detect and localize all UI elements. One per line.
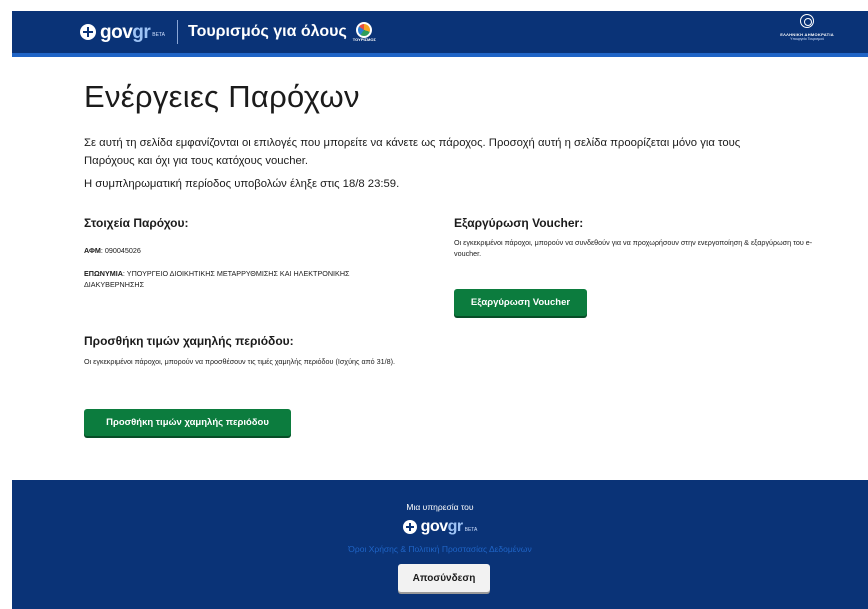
name-value: : ΥΠΟΥΡΓΕΙΟ ΔΙΟΙΚΗΤΙΚΗΣ ΜΕΤΑΡΡΥΘΜΙΣΗΣ ΚΑ… [84, 269, 350, 289]
page-title: Ενέργειες Παρόχων [84, 79, 360, 114]
ministry-logo: ΕΛΛΗΝΙΚΗ ΔΗΜΟΚΡΑΤΙΑ Υπουργείο Τουρισμού [780, 14, 834, 41]
tourism-logo-text: ΤΟΥΡΙΣΜΟΣ [352, 37, 376, 42]
footer-govgr-logo[interactable]: govgr beta [12, 519, 868, 535]
low-season-description: Οι εγκεκριμένοι πάροχοι, μπορούν να προσ… [84, 357, 395, 366]
header-divider [176, 20, 178, 44]
provider-afm: ΑΦΜ: 090045026 [84, 245, 141, 256]
govgr-logo[interactable]: govgr beta [80, 23, 165, 42]
beta-badge: beta [152, 32, 165, 38]
site-title[interactable]: Τουρισμός για όλους [188, 23, 347, 41]
ministry-line2: Υπουργείο Τουρισμού [790, 37, 825, 41]
redeem-voucher-button[interactable]: Εξαργύρωση Voucher [454, 289, 587, 316]
footer-service-of: Μια υπηρεσία του [406, 502, 474, 512]
low-season-heading: Προσθήκη τιμών χαμηλής περιόδου: [84, 334, 294, 348]
afm-label: ΑΦΜ [84, 246, 101, 255]
voucher-heading: Εξαργύρωση Voucher: [454, 216, 584, 230]
deadline-notice: Η συμπληρωματική περίοδος υποβολών έληξε… [84, 178, 400, 190]
govgr-emblem-icon [80, 24, 96, 40]
footer-govgr-wordmark: govgr [420, 518, 463, 535]
voucher-description: Οι εγκεκριμένοι πάροχοι, μπορούν να συνδ… [454, 238, 813, 258]
provider-details-heading: Στοιχεία Παρόχου: [84, 216, 189, 230]
name-label: ΕΠΩΝΥΜΙΑ [84, 269, 123, 278]
site-footer: Μια υπηρεσία του govgr beta Όροι Χρήσης … [12, 480, 868, 609]
terms-privacy-link[interactable]: Όροι Χρήσης & Πολιτική Προστασίας Δεδομέ… [12, 544, 868, 554]
greek-republic-seal-icon [800, 14, 815, 28]
footer-govgr-emblem-icon [402, 520, 417, 534]
footer-beta-badge: beta [464, 527, 478, 533]
add-low-season-prices-button[interactable]: Προσθήκη τιμών χαμηλής περιόδου [84, 409, 291, 436]
govgr-wordmark: govgr [100, 21, 151, 43]
intro-text: Σε αυτή τη σελίδα εμφανίζονται οι επιλογ… [84, 137, 741, 167]
tourism-for-all-logo: ΤΟΥΡΙΣΜΟΣ [353, 22, 376, 42]
header-accent-bar [12, 53, 868, 57]
site-header: govgr beta Τουρισμός για όλους ΤΟΥΡΙΣΜΟΣ… [12, 11, 868, 53]
logout-button[interactable]: Αποσύνδεση [398, 564, 490, 592]
afm-value: : 090045026 [100, 246, 141, 255]
tourism-logo-icon [356, 22, 373, 38]
provider-name: ΕΠΩΝΥΜΙΑ: ΥΠΟΥΡΓΕΙΟ ΔΙΟΙΚΗΤΙΚΗΣ ΜΕΤΑΡΡΥΘ… [84, 268, 394, 290]
